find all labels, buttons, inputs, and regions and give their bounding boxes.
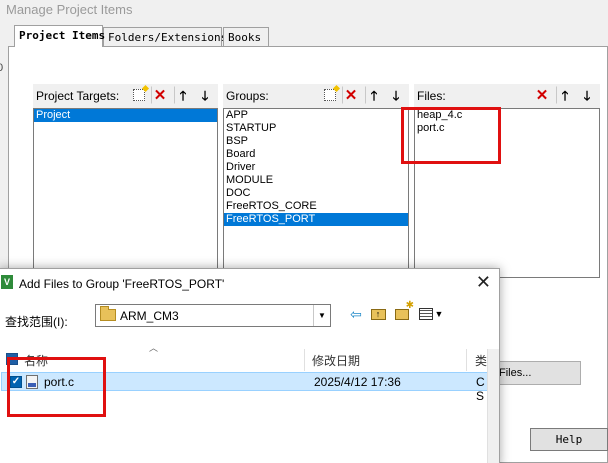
column-date[interactable]: 修改日期 — [312, 352, 360, 369]
new-item-icon — [133, 89, 145, 101]
list-item[interactable]: DOC — [224, 187, 408, 200]
arrow-up-icon: 🡑 — [179, 87, 187, 103]
new-group-button[interactable] — [321, 86, 339, 104]
groups-header: Groups: ✕ 🡑 🡓 — [223, 84, 409, 108]
help-button-label: Help — [555, 433, 583, 446]
delete-icon: ✕ — [535, 86, 549, 104]
list-item[interactable]: FreeRTOS_CORE — [224, 200, 408, 213]
chevron-down-icon[interactable]: ▼ — [313, 305, 330, 326]
manage-dialog-title: Manage Project Items — [6, 2, 133, 17]
new-folder-icon — [395, 301, 414, 320]
column-divider[interactable] — [466, 349, 467, 371]
list-item[interactable]: Driver — [224, 161, 408, 174]
project-targets-header: Project Targets: ✕ 🡑 🡓 — [33, 84, 218, 108]
tab-project-items[interactable]: Project Items — [14, 25, 105, 47]
move-file-down-button[interactable]: 🡓 — [578, 86, 596, 104]
look-in-combobox[interactable]: ARM_CM3 ▼ — [95, 304, 331, 327]
move-target-down-button[interactable]: 🡓 — [196, 86, 214, 104]
files-header: Files: ✕ 🡑 🡓 — [414, 84, 600, 108]
files-label: Files: — [417, 89, 446, 103]
vertical-scrollbar[interactable] — [487, 349, 499, 463]
new-target-button[interactable] — [130, 86, 148, 104]
dialog-title: Add Files to Group 'FreeRTOS_PORT' — [19, 277, 225, 291]
folder-icon — [100, 306, 116, 321]
delete-group-button[interactable]: ✕ — [342, 86, 360, 104]
file-date: 2025/4/12 17:36 — [314, 375, 401, 389]
delete-target-button[interactable]: ✕ — [151, 86, 169, 104]
delete-file-button[interactable]: ✕ — [533, 86, 551, 104]
tab-folders-extensions[interactable]: Folders/Extensions — [103, 27, 227, 47]
close-icon[interactable]: ✕ — [476, 273, 491, 291]
look-in-label: 查找范围(I): — [5, 315, 68, 329]
arrow-down-icon: 🡓 — [392, 87, 400, 103]
sort-caret-icon: ︿ — [149, 343, 159, 353]
list-item[interactable]: Project — [34, 109, 217, 122]
dialog-titlebar[interactable]: V Add Files to Group 'FreeRTOS_PORT' ✕ — [0, 269, 499, 299]
list-item[interactable]: BSP — [224, 135, 408, 148]
look-in-value: ARM_CM3 — [120, 309, 179, 323]
move-group-down-button[interactable]: 🡓 — [387, 86, 405, 104]
project-targets-label: Project Targets: — [36, 89, 120, 103]
list-item[interactable]: FreeRTOS_PORT — [224, 213, 408, 226]
add-files-button-label: Files... — [499, 367, 532, 379]
up-folder-icon: ↑ — [370, 308, 386, 320]
delete-icon: ✕ — [344, 86, 358, 104]
arrow-down-icon: 🡓 — [201, 87, 209, 103]
new-item-icon — [324, 89, 336, 101]
groups-label: Groups: — [226, 89, 269, 103]
arrow-up-icon: 🡑 — [561, 87, 569, 103]
chevron-down-icon: ▼ — [434, 308, 444, 319]
files-highlight-box — [401, 107, 501, 164]
groups-list[interactable]: APP STARTUP BSP Board Driver MODULE DOC … — [223, 108, 409, 278]
arrow-down-icon: 🡓 — [583, 87, 591, 103]
new-folder-button[interactable] — [393, 301, 414, 323]
list-item[interactable]: STARTUP — [224, 122, 408, 135]
file-highlight-box — [7, 357, 106, 417]
view-menu-icon — [418, 308, 433, 320]
project-targets-list[interactable]: Project — [33, 108, 218, 278]
move-group-up-button[interactable]: 🡑 — [365, 86, 383, 104]
side-label: 0 — [0, 62, 4, 74]
move-file-up-button[interactable]: 🡑 — [556, 86, 574, 104]
back-icon[interactable]: ⇦ — [347, 305, 365, 323]
tab-books[interactable]: Books — [223, 27, 269, 47]
move-target-up-button[interactable]: 🡑 — [174, 86, 192, 104]
list-item[interactable]: Board — [224, 148, 408, 161]
list-item[interactable]: MODULE — [224, 174, 408, 187]
column-divider[interactable] — [304, 349, 305, 371]
column-type[interactable]: 类 — [475, 352, 487, 369]
add-files-button[interactable]: Files... — [495, 361, 581, 385]
up-folder-button[interactable]: ↑ — [369, 305, 387, 323]
view-menu-button[interactable]: ▼ — [417, 305, 445, 323]
delete-icon: ✕ — [153, 86, 167, 104]
arrow-up-icon: 🡑 — [370, 87, 378, 103]
keil-app-icon: V — [1, 275, 13, 289]
list-item[interactable]: APP — [224, 109, 408, 122]
help-button[interactable]: Help — [530, 428, 608, 451]
